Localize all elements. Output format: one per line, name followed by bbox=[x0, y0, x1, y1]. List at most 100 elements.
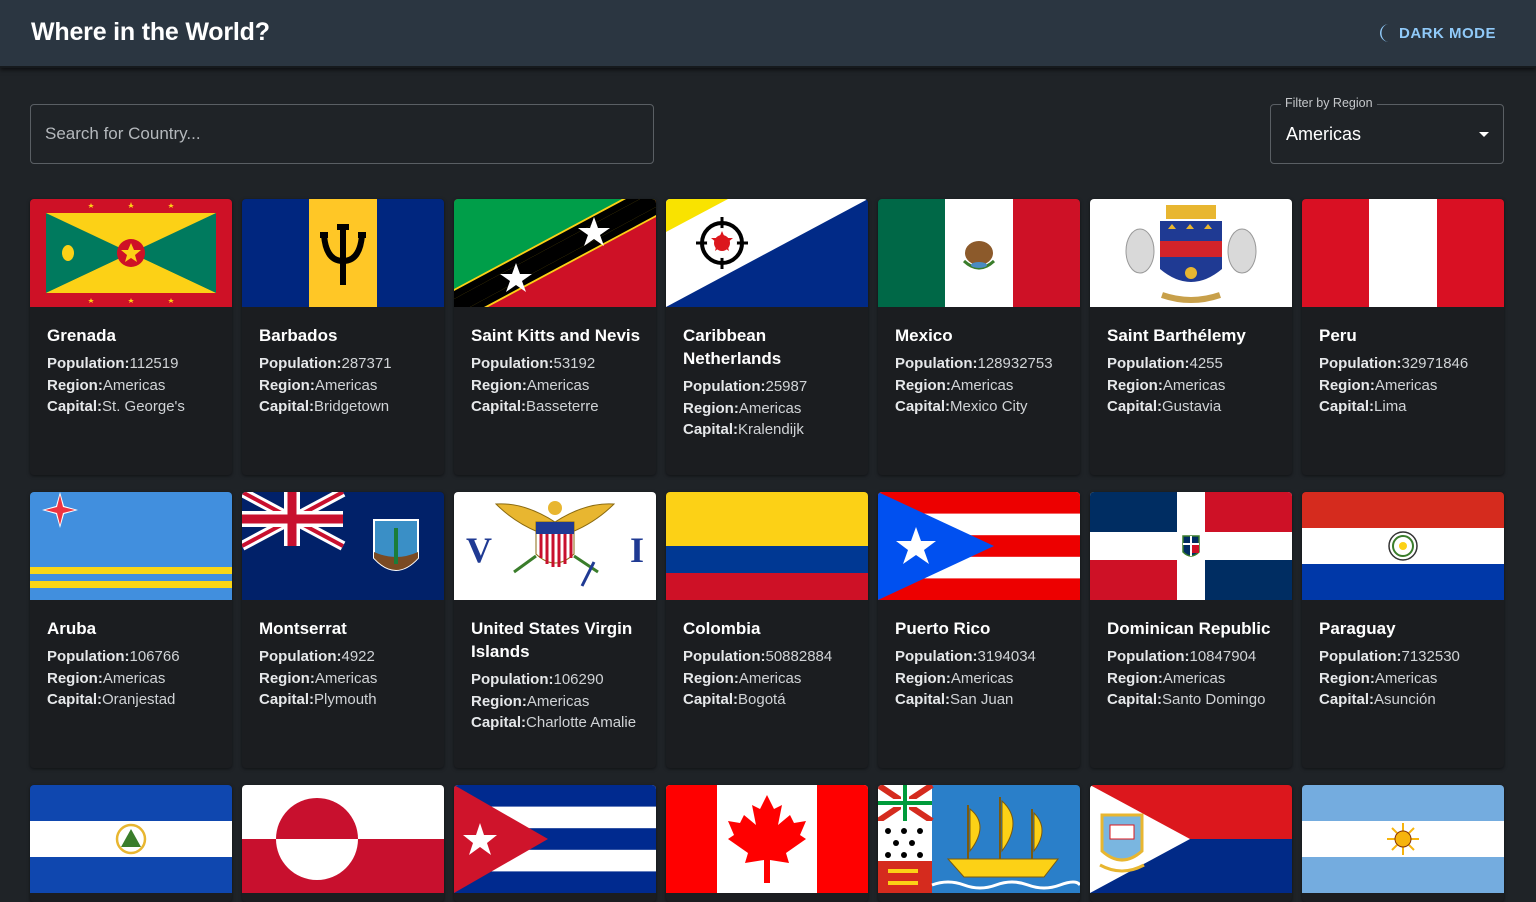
capital-value: Basseterre bbox=[526, 398, 599, 416]
country-card[interactable] bbox=[242, 785, 444, 902]
country-name: Montserrat bbox=[259, 619, 347, 638]
country-name: Colombia bbox=[683, 619, 761, 638]
capital-label: Capital: bbox=[1319, 691, 1375, 709]
region-filter-label: Filter by Region bbox=[1281, 96, 1377, 110]
country-card[interactable]: Puerto Rico Population:3194034 Region:Am… bbox=[878, 492, 1080, 768]
greenland-flag bbox=[242, 785, 444, 893]
population-label: Population: bbox=[1319, 648, 1402, 665]
country-name: Peru bbox=[1319, 326, 1357, 345]
region-value: Americas bbox=[738, 399, 802, 417]
capital-value: Plymouth bbox=[314, 691, 377, 709]
country-name: Grenada bbox=[47, 326, 116, 345]
population-value: 106766 bbox=[129, 648, 180, 665]
country-name: Saint Kitts and Nevis bbox=[471, 326, 641, 345]
dropdown-arrow-icon bbox=[1479, 132, 1489, 137]
population-label: Population: bbox=[471, 671, 554, 688]
country-card[interactable]: Mexico Population:128932753 Region:Ameri… bbox=[878, 199, 1080, 475]
country-card[interactable] bbox=[878, 785, 1080, 902]
population-label: Population: bbox=[259, 648, 342, 665]
capital-value: St. George's bbox=[102, 398, 185, 416]
country-card[interactable] bbox=[30, 785, 232, 902]
country-name: Barbados bbox=[259, 326, 338, 345]
country-name: Saint Barthélemy bbox=[1107, 326, 1246, 345]
country-card[interactable]: V I United States Virgin Islands Populat… bbox=[454, 492, 656, 768]
country-card[interactable]: Saint Barthélemy Population:4255 Region:… bbox=[1090, 199, 1292, 475]
population-value: 3194034 bbox=[977, 648, 1036, 665]
population-value: 4255 bbox=[1189, 355, 1223, 372]
country-name: Mexico bbox=[895, 326, 953, 345]
country-card[interactable]: Grenada Population:112519 Region:America… bbox=[30, 199, 232, 475]
country-card[interactable]: Caribbean Netherlands Population:25987 R… bbox=[666, 199, 868, 475]
country-card[interactable] bbox=[666, 785, 868, 902]
capital-value: Charlotte Amalie bbox=[526, 714, 637, 732]
sint-maarten-flag bbox=[1090, 785, 1292, 893]
capital-label: Capital: bbox=[47, 691, 103, 709]
country-card[interactable]: Saint Kitts and Nevis Population:53192 R… bbox=[454, 199, 656, 475]
region-label: Region: bbox=[683, 399, 739, 417]
population-value: 128932753 bbox=[977, 355, 1053, 372]
country-card[interactable]: Barbados Population:287371 Region:Americ… bbox=[242, 199, 444, 475]
population-value: 287371 bbox=[341, 355, 392, 372]
population-label: Population: bbox=[683, 378, 766, 395]
population-label: Population: bbox=[683, 648, 766, 665]
region-filter-select[interactable]: Filter by Region Americas bbox=[1270, 96, 1504, 164]
population-label: Population: bbox=[1107, 355, 1190, 372]
capital-label: Capital: bbox=[259, 398, 315, 416]
population-label: Population: bbox=[895, 648, 978, 665]
country-name: Caribbean Netherlands bbox=[683, 326, 782, 368]
population-value: 4922 bbox=[341, 648, 375, 665]
region-value: Americas bbox=[950, 669, 1014, 687]
population-value: 50882884 bbox=[765, 648, 833, 665]
region-label: Region: bbox=[47, 669, 103, 687]
cuba-flag bbox=[454, 785, 656, 893]
population-value: 10847904 bbox=[1189, 648, 1257, 665]
country-name: Aruba bbox=[47, 619, 97, 638]
capital-value: Mexico City bbox=[950, 398, 1028, 416]
country-card[interactable]: Dominican Republic Population:10847904 R… bbox=[1090, 492, 1292, 768]
saint-barthelemy-flag bbox=[1090, 199, 1292, 307]
region-label: Region: bbox=[895, 376, 951, 394]
country-card[interactable]: Aruba Population:106766 Region:Americas … bbox=[30, 492, 232, 768]
country-card[interactable]: Colombia Population:50882884 Region:Amer… bbox=[666, 492, 868, 768]
region-label: Region: bbox=[259, 376, 315, 394]
capital-value: Bridgetown bbox=[314, 398, 390, 416]
dark-mode-label: DARK MODE bbox=[1399, 24, 1496, 42]
region-value: Americas bbox=[1374, 376, 1438, 394]
capital-label: Capital: bbox=[683, 691, 739, 709]
population-value: 32971846 bbox=[1401, 355, 1469, 372]
population-label: Population: bbox=[1319, 355, 1402, 372]
region-label: Region: bbox=[1107, 669, 1163, 687]
search-input[interactable] bbox=[31, 105, 653, 163]
search-field[interactable] bbox=[30, 104, 654, 164]
country-card[interactable] bbox=[1090, 785, 1292, 902]
capital-label: Capital: bbox=[895, 691, 951, 709]
el-salvador-flag bbox=[30, 785, 232, 893]
puerto-rico-flag bbox=[878, 492, 1080, 600]
population-value: 106290 bbox=[553, 671, 604, 688]
population-label: Population: bbox=[471, 355, 554, 372]
country-card[interactable]: Montserrat Population:4922 Region:Americ… bbox=[242, 492, 444, 768]
region-label: Region: bbox=[471, 692, 527, 710]
barbados-flag bbox=[242, 199, 444, 307]
country-name: United States Virgin Islands bbox=[471, 619, 633, 661]
population-value: 53192 bbox=[553, 355, 596, 372]
country-card[interactable] bbox=[1302, 785, 1504, 902]
capital-label: Capital: bbox=[1107, 398, 1163, 416]
dark-mode-toggle[interactable]: DARK MODE bbox=[1378, 22, 1496, 44]
app-header: Where in the World? DARK MODE bbox=[0, 0, 1536, 68]
capital-value: Lima bbox=[1374, 398, 1407, 416]
app-title: Where in the World? bbox=[31, 18, 270, 46]
country-card[interactable]: Paraguay Population:7132530 Region:Ameri… bbox=[1302, 492, 1504, 768]
argentina-flag bbox=[1302, 785, 1504, 893]
region-value: Americas bbox=[1162, 669, 1226, 687]
capital-label: Capital: bbox=[471, 398, 527, 416]
capital-value: Kralendijk bbox=[738, 421, 804, 439]
country-card[interactable]: Peru Population:32971846 Region:Americas… bbox=[1302, 199, 1504, 475]
country-card[interactable] bbox=[454, 785, 656, 902]
capital-value: Bogotá bbox=[738, 691, 786, 709]
mexico-flag bbox=[878, 199, 1080, 307]
capital-label: Capital: bbox=[1107, 691, 1163, 709]
aruba-flag bbox=[30, 492, 232, 600]
country-name: Paraguay bbox=[1319, 619, 1396, 638]
svg-text:I: I bbox=[630, 530, 644, 570]
